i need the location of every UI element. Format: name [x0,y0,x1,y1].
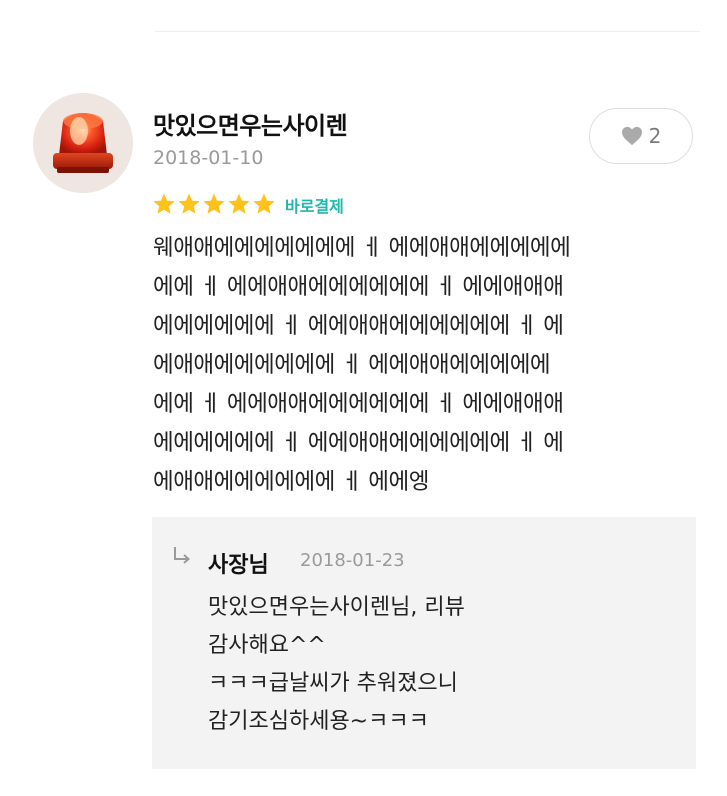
review-text-line: 에에에에에에 ㅔ 에에애애에에에에에에 ㅔ 에 [153,430,564,456]
like-count: 2 [648,124,662,148]
review-date: 2018-01-10 [153,147,264,169]
star-icon [253,193,275,214]
review-text-line: 에에 ㅔ 에에애애에에에에에에 ㅔ 에에애애애 [153,274,564,300]
star-icon [228,193,250,214]
star-rating [152,192,276,216]
star-icon [203,193,225,214]
review-text-line: 에애애에에에에에에 ㅔ 에에애애에에에에에 [153,352,551,378]
avatar[interactable] [33,93,133,193]
reply-date: 2018-01-23 [300,550,405,571]
reply-author: 사장님 [208,553,269,578]
reviewer-name[interactable]: 맛있으면우는사이렌 [153,106,348,141]
star-icon [178,193,200,214]
like-button[interactable]: 2 [589,108,693,164]
siren-avatar-image [33,93,133,193]
reply-text-line: 감사해요^^ [208,633,326,658]
reply-text: 맛있으면우는사이렌님, 리뷰 감사해요^^ ㅋㅋㅋ급날씨가 추워졌으니 감기조심… [208,589,678,741]
heart-icon [621,126,642,146]
review-text-line: 에에에에에에 ㅔ 에에애애에에에에에에 ㅔ 에 [153,313,564,339]
review-text-line: 웨애애에에에에에에에 ㅔ 에에애애에에에에에 [153,235,571,261]
top-divider [155,31,700,32]
review-text-line: 에애애에에에에에에 ㅔ 에에엥 [153,469,429,495]
direct-payment-badge: 바로결제 [285,197,344,216]
reply-text-line: 맛있으면우는사이렌님, 리뷰 [208,595,465,620]
review-text: 웨애애에에에에에에에 ㅔ 에에애애에에에에에 에에 ㅔ 에에애애에에에에에에 ㅔ… [153,229,698,502]
star-icon [153,193,175,214]
reply-text-line: 감기조심하세용~ㅋㅋㅋ [208,709,429,734]
review-text-line: 에에 ㅔ 에에애애에에에에에에 ㅔ 에에애애애 [153,391,564,417]
reply-arrow-icon [171,545,193,567]
owner-reply: 사장님 2018-01-23 맛있으면우는사이렌님, 리뷰 감사해요^^ ㅋㅋㅋ… [152,517,696,769]
reply-text-line: ㅋㅋㅋ급날씨가 추워졌으니 [208,671,458,696]
